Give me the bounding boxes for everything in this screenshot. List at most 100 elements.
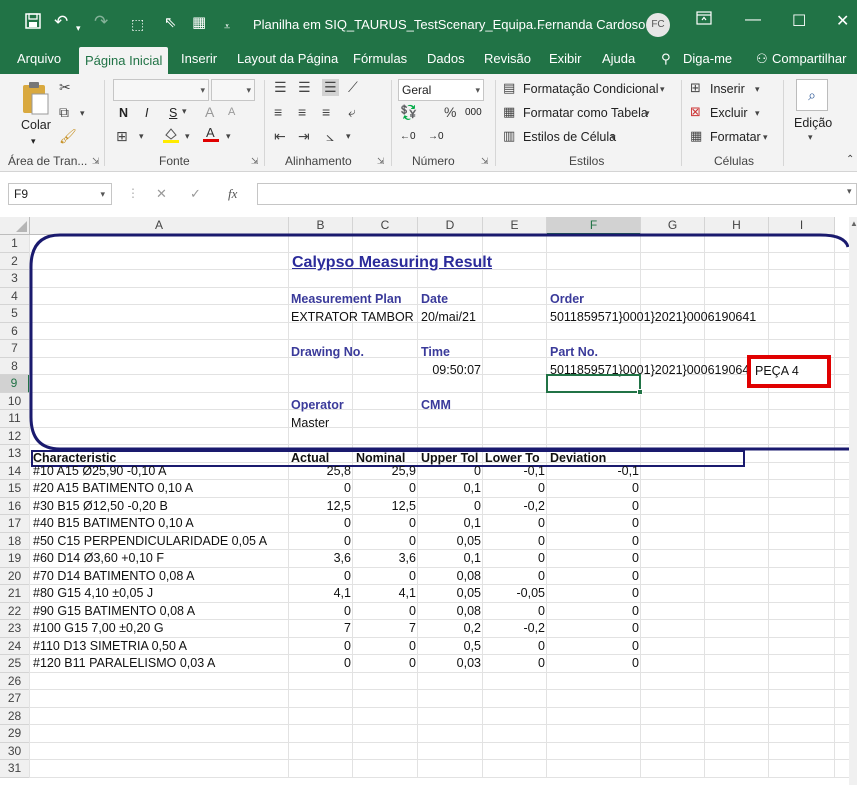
clipboard-launcher-icon[interactable]: ⇲ bbox=[92, 156, 100, 167]
deviation-cell[interactable]: 0 bbox=[547, 585, 639, 603]
orientation-icon[interactable]: ⦣ bbox=[326, 128, 334, 145]
search-icon[interactable]: ⌕ bbox=[796, 79, 828, 111]
editing-dropdown-icon[interactable]: ▾ bbox=[808, 132, 813, 143]
align-right-icon[interactable]: ≡ bbox=[322, 104, 330, 120]
actual-cell[interactable]: 25,8 bbox=[289, 463, 351, 481]
decrease-font-icon[interactable]: A bbox=[228, 106, 235, 118]
align-top-icon[interactable]: ☰ bbox=[274, 79, 287, 96]
lower-tol-cell[interactable]: 0 bbox=[483, 550, 545, 568]
worksheet-grid[interactable]: A B C D E F G H I 1 2 3 4 5 6 7 8 9 10 1… bbox=[0, 217, 857, 785]
deviation-cell[interactable]: 0 bbox=[547, 533, 639, 551]
tab-revisao[interactable]: Revisão bbox=[478, 44, 537, 74]
deviation-cell[interactable]: 0 bbox=[547, 620, 639, 638]
conditional-dropdown-icon[interactable]: ▾ bbox=[660, 84, 665, 95]
tab-ajuda[interactable]: Ajuda bbox=[596, 44, 641, 74]
actual-cell[interactable]: 4,1 bbox=[289, 585, 351, 603]
order-value[interactable]: 5011859571}0001}2021}0006190641 bbox=[550, 309, 756, 327]
copy-dropdown-icon[interactable]: ▾ bbox=[80, 108, 85, 119]
font-color-dropdown-icon[interactable]: ▾ bbox=[226, 131, 231, 142]
redo-icon[interactable]: ↷ bbox=[94, 12, 108, 32]
nominal-cell[interactable]: 0 bbox=[353, 533, 416, 551]
date-value[interactable]: 20/mai/21 bbox=[421, 309, 476, 327]
format-painter-icon[interactable]: 🖌 bbox=[59, 128, 77, 145]
actual-cell[interactable]: 0 bbox=[289, 480, 351, 498]
measurement-plan-value[interactable]: EXTRATOR TAMBOR bbox=[291, 309, 418, 327]
expand-formula-icon[interactable]: ▾ bbox=[847, 186, 852, 197]
characteristic-cell[interactable]: #50 C15 PERPENDICULARIDADE 0,05 A bbox=[33, 533, 267, 551]
actual-cell[interactable]: 0 bbox=[289, 655, 351, 673]
upper-tol-cell[interactable]: 0,1 bbox=[418, 515, 481, 533]
characteristic-cell[interactable]: #10 A15 Ø25,90 -0,10 A bbox=[33, 463, 166, 481]
nominal-cell[interactable]: 3,6 bbox=[353, 550, 416, 568]
insert-cells-icon[interactable]: ⊞ bbox=[690, 80, 701, 96]
lower-tol-cell[interactable]: 0 bbox=[483, 655, 545, 673]
deviation-cell[interactable]: 0 bbox=[547, 498, 639, 516]
save-icon[interactable] bbox=[24, 12, 42, 35]
paste-dropdown-icon[interactable]: ▾ bbox=[31, 136, 36, 147]
nominal-cell[interactable]: 12,5 bbox=[353, 498, 416, 516]
deviation-cell[interactable]: 0 bbox=[547, 550, 639, 568]
tab-dados[interactable]: Dados bbox=[421, 44, 471, 74]
scroll-up-icon[interactable]: ▲ bbox=[850, 219, 857, 228]
decrease-decimal-icon[interactable]: →0 bbox=[428, 131, 444, 142]
format-table-dropdown-icon[interactable]: ▾ bbox=[645, 108, 650, 119]
deviation-cell[interactable]: 0 bbox=[547, 655, 639, 673]
conditional-formatting-icon[interactable]: ▤ bbox=[503, 80, 515, 96]
minimize-icon[interactable]: — bbox=[745, 11, 761, 29]
upper-tol-cell[interactable]: 0,08 bbox=[418, 568, 481, 586]
maximize-icon[interactable]: ☐ bbox=[792, 11, 806, 31]
close-icon[interactable]: ✕ bbox=[836, 11, 849, 31]
align-middle-icon[interactable]: ☰ bbox=[298, 79, 311, 96]
insert-cells-button[interactable]: Inserir bbox=[710, 82, 745, 96]
lightbulb-icon[interactable]: ⚲ bbox=[655, 44, 677, 74]
characteristic-cell[interactable]: #90 G15 BATIMENTO 0,08 A bbox=[33, 603, 195, 621]
upper-tol-cell[interactable]: 0,03 bbox=[418, 655, 481, 673]
upper-tol-cell[interactable]: 0,05 bbox=[418, 533, 481, 551]
lower-tol-cell[interactable]: 0 bbox=[483, 533, 545, 551]
wrap-text-icon[interactable]: ⤶ bbox=[348, 104, 356, 121]
ribbon-display-icon[interactable] bbox=[696, 11, 712, 30]
font-name-combo[interactable]: ▾ bbox=[113, 79, 209, 101]
font-launcher-icon[interactable]: ⇲ bbox=[251, 156, 259, 167]
deviation-cell[interactable]: 0 bbox=[547, 568, 639, 586]
upper-tol-cell[interactable]: 0,08 bbox=[418, 603, 481, 621]
delete-dropdown-icon[interactable]: ▾ bbox=[755, 108, 760, 119]
deviation-cell[interactable]: -0,1 bbox=[547, 463, 639, 481]
fill-handle[interactable] bbox=[637, 389, 643, 395]
tab-arquivo[interactable]: Arquivo bbox=[11, 44, 67, 74]
active-cell[interactable] bbox=[546, 374, 643, 395]
alignment-launcher-icon[interactable]: ⇲ bbox=[377, 156, 385, 167]
upper-tol-cell[interactable]: 0,05 bbox=[418, 585, 481, 603]
align-left-icon[interactable]: ≡ bbox=[274, 104, 282, 120]
nominal-cell[interactable]: 0 bbox=[353, 655, 416, 673]
tab-exibir[interactable]: Exibir bbox=[543, 44, 588, 74]
actual-cell[interactable]: 3,6 bbox=[289, 550, 351, 568]
characteristic-cell[interactable]: #30 B15 Ø12,50 -0,20 B bbox=[33, 498, 168, 516]
formula-input[interactable] bbox=[257, 183, 857, 205]
undo-icon[interactable]: ↶ bbox=[54, 12, 68, 32]
cell-styles-button[interactable]: Estilos de Célula bbox=[523, 130, 616, 144]
align-bottom-icon[interactable]: ☰ bbox=[322, 79, 339, 96]
upper-tol-cell[interactable]: 0 bbox=[418, 463, 481, 481]
characteristic-cell[interactable]: #100 G15 7,00 ±0,20 G bbox=[33, 620, 164, 638]
format-cells-icon[interactable]: ▦ bbox=[690, 128, 702, 144]
characteristic-cell[interactable]: #70 D14 BATIMENTO 0,08 A bbox=[33, 568, 194, 586]
characteristic-cell[interactable]: #60 D14 Ø3,60 +0,10 F bbox=[33, 550, 164, 568]
format-as-table-button[interactable]: Formatar como Tabela bbox=[523, 106, 648, 120]
percent-icon[interactable]: % bbox=[444, 104, 456, 120]
lower-tol-cell[interactable]: -0,2 bbox=[483, 620, 545, 638]
orientation-dropdown-icon[interactable]: ▾ bbox=[346, 131, 351, 142]
nominal-cell[interactable]: 0 bbox=[353, 638, 416, 656]
actual-cell[interactable]: 0 bbox=[289, 638, 351, 656]
increase-font-icon[interactable]: A bbox=[205, 104, 214, 120]
operator-value[interactable]: Master bbox=[291, 415, 329, 433]
tab-layout[interactable]: Layout da Página bbox=[231, 44, 344, 74]
underline-dropdown-icon[interactable]: ▾ bbox=[182, 106, 187, 117]
avatar[interactable]: FC bbox=[646, 13, 670, 37]
insert-dropdown-icon[interactable]: ▾ bbox=[755, 84, 760, 95]
form-icon[interactable]: ▦ bbox=[192, 13, 206, 33]
number-launcher-icon[interactable]: ⇲ bbox=[481, 156, 489, 167]
fill-color-icon[interactable] bbox=[162, 126, 180, 147]
upper-tol-cell[interactable]: 0,1 bbox=[418, 480, 481, 498]
paste-label[interactable]: Colar bbox=[21, 118, 51, 132]
